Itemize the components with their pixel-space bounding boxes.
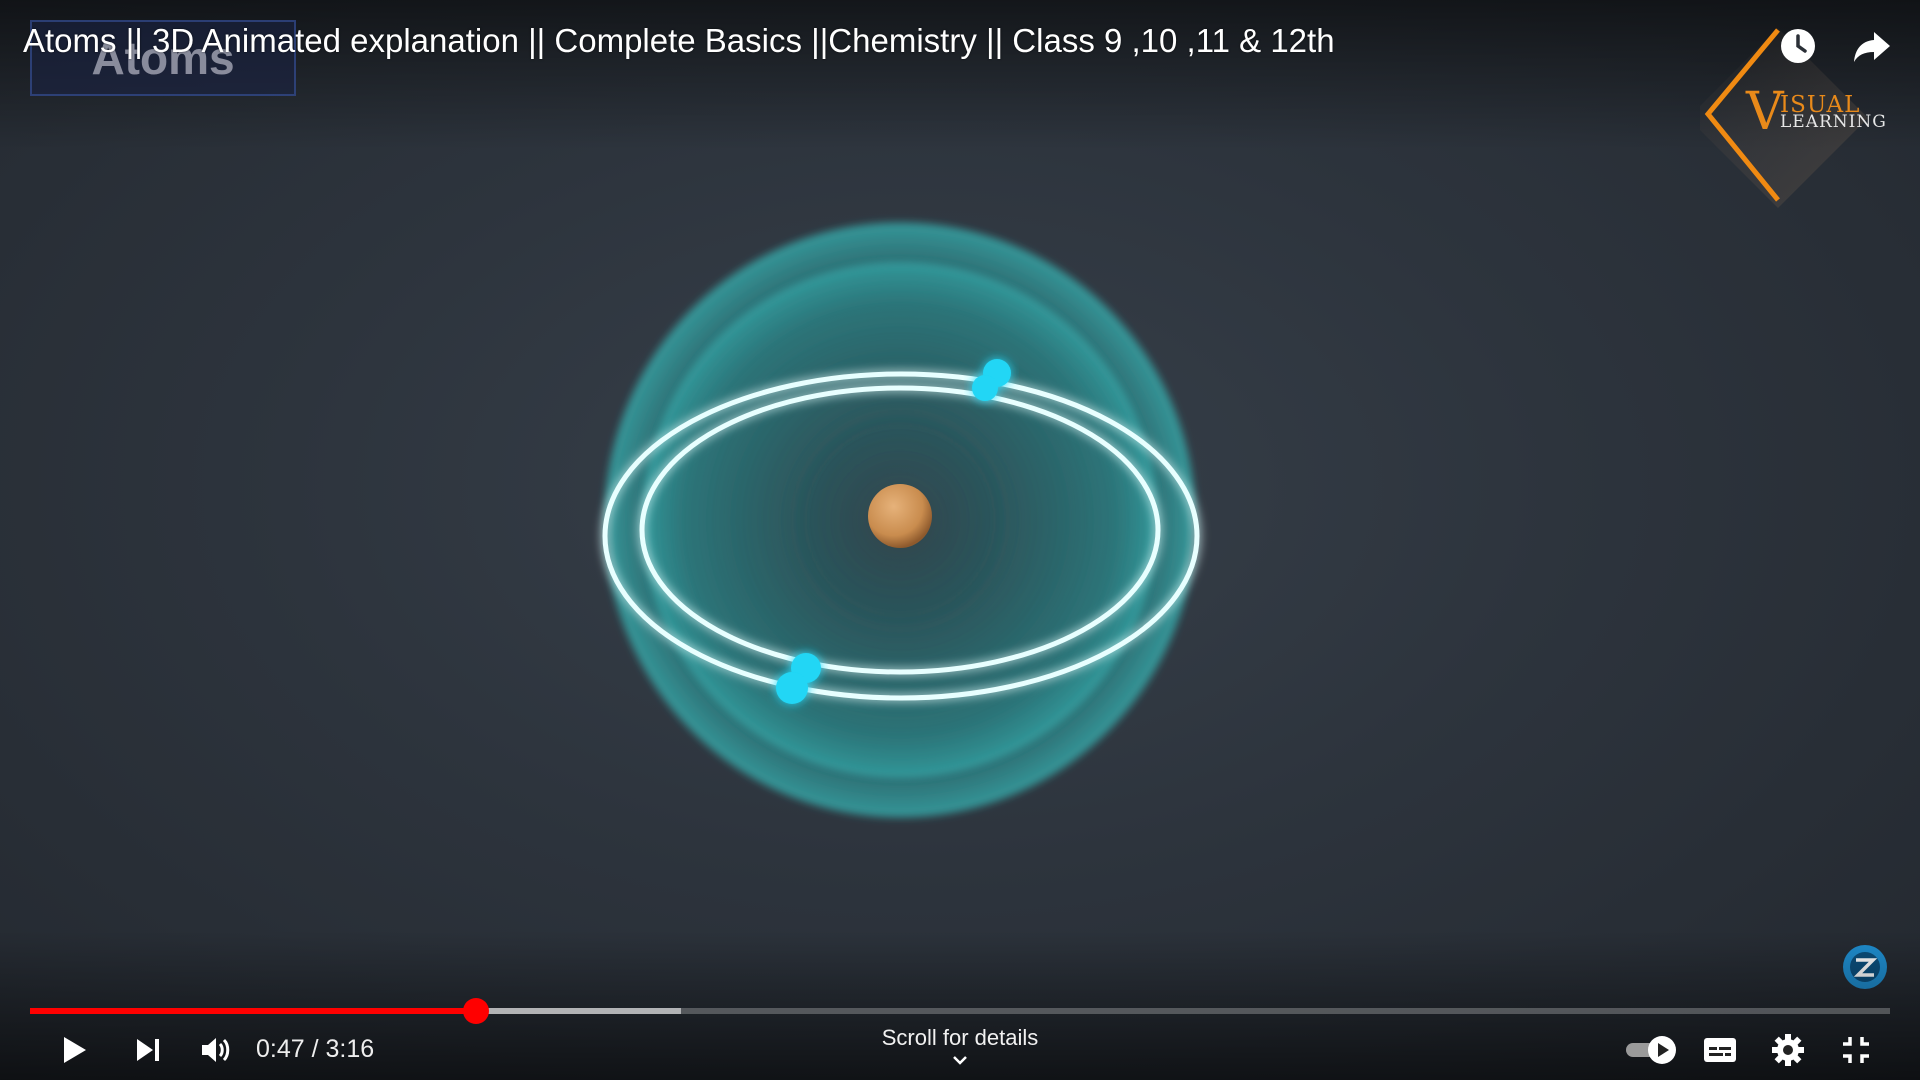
scroll-hint-label: Scroll for details: [881, 1025, 1039, 1050]
logo-line-2: LEARNING: [1780, 112, 1887, 132]
progress-bar[interactable]: [30, 998, 1890, 1024]
settings-button[interactable]: [1760, 1025, 1816, 1075]
volume-button[interactable]: [188, 1025, 244, 1075]
watch-later-icon[interactable]: [1776, 24, 1820, 68]
autoplay-toggle-icon: [1626, 1036, 1676, 1064]
next-button[interactable]: [120, 1025, 176, 1075]
time-separator: /: [304, 1035, 326, 1063]
captions-button[interactable]: [1692, 1025, 1748, 1075]
current-time: 0:47: [256, 1035, 305, 1063]
logo-initial: V: [1746, 82, 1784, 142]
play-icon: [64, 1037, 86, 1063]
exit-fullscreen-icon: [1843, 1037, 1869, 1063]
atom-illustration: [600, 218, 1200, 822]
exit-fullscreen-button[interactable]: [1828, 1025, 1884, 1075]
gear-icon: [1772, 1034, 1804, 1066]
next-icon: [137, 1039, 159, 1061]
time-display: 0:47 / 3:16: [256, 1035, 374, 1064]
duration: 3:16: [325, 1035, 375, 1063]
captions-icon: [1704, 1038, 1736, 1062]
volume-icon: [202, 1038, 230, 1062]
top-actions: [1776, 24, 1894, 68]
play-button[interactable]: [45, 1025, 101, 1075]
scroll-for-details[interactable]: Scroll for details: [860, 1025, 1060, 1067]
nucleus: [868, 484, 932, 548]
progress-played: [30, 1008, 477, 1014]
control-bar: 0:47 / 3:16 Scroll for details: [0, 1025, 1920, 1080]
autoplay-toggle[interactable]: [1622, 1025, 1682, 1075]
video-title[interactable]: Atoms || 3D Animated explanation || Comp…: [23, 22, 1335, 60]
video-player[interactable]: Atoms Atoms || 3D Animated explanation |…: [0, 0, 1920, 1080]
chevron-down-icon: [953, 1056, 967, 1065]
share-icon[interactable]: [1850, 24, 1894, 68]
